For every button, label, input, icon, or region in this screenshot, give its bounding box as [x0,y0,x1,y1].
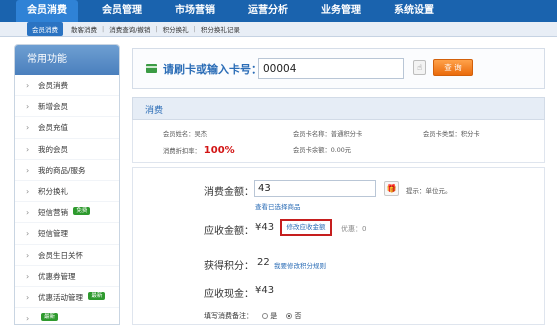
subnav-walkin-consume[interactable]: 散客消费 [71,24,97,34]
chevron-right-icon: › [26,292,30,302]
receivable-label: 应收金额： [204,226,254,237]
cash-value: ¥43 [255,285,275,296]
chevron-right-icon: › [26,123,30,133]
sidebar-item-label: 短信营销 [38,208,68,218]
sidebar-title: 常用功能 [15,45,119,75]
sub-nav: 会员消费 散客消费 | 消费查询/撤销 | 积分换礼 | 积分换礼记录 [0,22,557,37]
sidebar-item-coupon-management[interactable]: › 优惠券管理 [15,266,119,287]
subnav-separator: | [155,25,158,33]
chevron-right-icon: › [26,165,30,175]
sidebar-item-cutoff[interactable]: › 最新 [15,308,119,324]
sidebar-item-member-consume[interactable]: › 会员消费 [15,75,119,97]
tab-marketing[interactable]: 市场营销 [166,0,224,22]
sidebar-item-label: 我的商品/服务 [38,165,86,175]
sidebar-item-points-gift[interactable]: › 积分换礼 [15,181,119,203]
sidebar-item-my-members[interactable]: › 我的会员 [15,139,119,160]
tab-member-management[interactable]: 会员管理 [93,0,151,22]
member-info: 会员姓名：吴杰 会员卡名称：普通积分卡 会员卡类型：积分卡 消费折扣率： 100%… [132,120,545,163]
modify-receivable-button[interactable]: 修改应收金额 [280,219,332,236]
card-name: 会员卡名称：普通积分卡 [293,131,363,138]
section-title: 消费 [145,106,164,116]
sidebar: 常用功能 › 会员消费 › 新增会员 › 会员充值 › 我的会员 › 我的商品/… [14,44,120,325]
member-name: 会员姓名：吴杰 [163,131,208,138]
chevron-right-icon: › [26,81,30,90]
consume-section-header: 消费 [132,97,545,120]
sidebar-item-sms-marketing[interactable]: › 短信营销 免费 [15,202,119,224]
card-search-panel: 请刷卡或输入卡号： ☝ 查 询 [132,48,545,89]
chevron-right-icon: › [26,144,30,154]
sidebar-item-label: 优惠券管理 [38,271,76,281]
tab-member-consume[interactable]: 会员消费 [16,0,78,22]
gift-icon: 🎁 [386,184,397,193]
subnav-points-gift-record[interactable]: 积分换礼记录 [201,24,240,34]
receivable-value: ¥43 [255,222,275,233]
card-type: 会员卡类型：积分卡 [423,131,480,138]
new-badge: 最新 [41,313,59,322]
chevron-right-icon: › [26,250,30,260]
card-icon [146,64,157,73]
sidebar-item-sms-management[interactable]: › 短信管理 [15,223,119,245]
points-label: 获得积分： [204,261,254,272]
sidebar-item-new-member[interactable]: › 新增会员 [15,96,119,118]
modify-points-rule-link[interactable]: 我要修改积分规则 [274,260,326,270]
tab-system-settings[interactable]: 系统设置 [385,0,443,22]
subnav-consume-query[interactable]: 消费查询/撤销 [109,24,150,34]
discount-rate: 消费折扣率： 100% [163,145,235,156]
amount-input[interactable] [254,180,376,197]
subnav-points-gift[interactable]: 积分换礼 [163,24,189,34]
tab-operation-analysis[interactable]: 运营分析 [239,0,297,22]
consume-form: 消费金额： 🎁 提示：单位元。 查看已选择商品 应收金额： ¥43 修改应收金额… [132,167,545,325]
new-badge: 最新 [88,291,106,300]
subnav-separator: | [102,25,105,33]
sidebar-item-label: 会员生日关怀 [38,250,83,260]
card-search-label: 请刷卡或输入卡号： [163,63,262,76]
chevron-right-icon: › [26,208,30,218]
card-number-input[interactable] [258,58,404,79]
chevron-right-icon: › [26,102,30,112]
remark-yes-label: 是 [270,312,278,320]
sidebar-item-label: 优惠活动管理 [38,292,83,302]
unit-tip: 提示：单位元。 [406,187,452,195]
subnav-member-consume[interactable]: 会员消费 [27,22,63,36]
sidebar-item-my-products[interactable]: › 我的商品/服务 [15,160,119,181]
sidebar-item-label: 我的会员 [38,144,68,154]
sidebar-item-label: 积分换礼 [38,186,68,196]
remark-label: 填写消费备注： [204,312,253,320]
sidebar-item-label: 短信管理 [38,229,68,239]
hand-pointer-icon: ☝ [417,63,422,72]
remark-no-radio[interactable] [286,313,293,319]
sidebar-item-member-recharge[interactable]: › 会员充值 [15,117,119,139]
swipe-card-button[interactable]: ☝ [413,60,426,75]
chevron-right-icon: › [26,229,30,239]
discount-rate-value: 100% [203,145,235,156]
free-badge: 免费 [73,207,91,216]
chevron-right-icon: › [26,271,30,281]
amount-label: 消费金额： [204,187,254,198]
sidebar-item-promo-management[interactable]: › 优惠活动管理 最新 [15,287,119,309]
top-nav: 会员消费 会员管理 市场营销 运营分析 业务管理 系统设置 [0,0,557,22]
chevron-right-icon: › [26,314,30,324]
discount-text: 优惠：0 [341,225,367,233]
sidebar-item-label: 会员充值 [38,123,68,133]
chevron-right-icon: › [26,186,30,196]
tab-business-management[interactable]: 业务管理 [312,0,370,22]
view-selected-goods-link[interactable]: 查看已选择商品 [255,201,301,211]
points-value: 22 [257,257,270,268]
sidebar-item-birthday-care[interactable]: › 会员生日关怀 [15,245,119,266]
sidebar-item-label: 新增会员 [38,102,68,112]
remark-row: 填写消费备注： 是 否 [204,311,301,321]
remark-no-label: 否 [294,312,302,320]
remark-yes-radio[interactable] [262,313,269,319]
query-button[interactable]: 查 询 [433,59,473,76]
sidebar-item-label: 会员消费 [38,81,68,90]
cash-label: 应收现金： [204,289,254,300]
card-balance: 会员卡余额：0.00元 [293,147,352,154]
discount-rate-label: 消费折扣率： [163,148,201,155]
subnav-separator: | [193,25,196,33]
select-goods-button[interactable]: 🎁 [384,181,399,196]
